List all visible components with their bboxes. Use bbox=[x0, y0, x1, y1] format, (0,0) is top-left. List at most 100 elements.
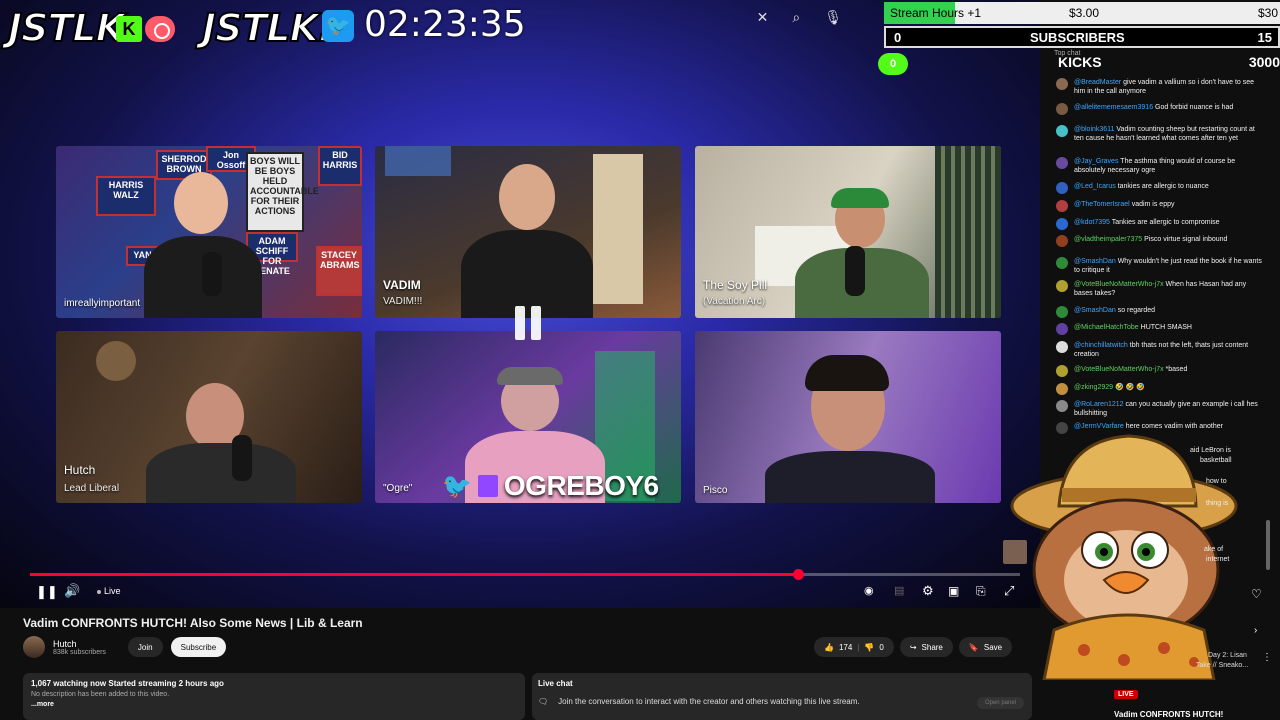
chat-username[interactable]: @TheTomerIsrael bbox=[1074, 201, 1130, 208]
up-next-title[interactable]: Vadim CONFRONTS HUTCH! bbox=[1114, 710, 1223, 719]
chat-scrollbar[interactable] bbox=[1266, 520, 1270, 570]
chat-avatar[interactable] bbox=[1056, 383, 1068, 395]
thumbs-up-icon[interactable]: 👍 bbox=[824, 643, 834, 652]
progress-scrubber[interactable] bbox=[793, 569, 805, 580]
microphone-icon[interactable]: 🎙 bbox=[824, 9, 842, 26]
chat-username[interactable]: @JermVVarfare bbox=[1074, 423, 1124, 430]
chat-text: @JermVVarfare here comes vadim with anot… bbox=[1074, 422, 1223, 434]
chat-avatar[interactable] bbox=[1056, 182, 1068, 194]
participant-name: Pisco bbox=[703, 485, 728, 496]
miniplayer-icon[interactable]: ▣ bbox=[948, 584, 959, 598]
chat-message[interactable]: @JermVVarfare here comes vadim with anot… bbox=[1056, 422, 1266, 434]
save-button[interactable]: 🔖 Save bbox=[958, 637, 1013, 657]
join-button[interactable]: Join bbox=[127, 637, 163, 657]
poster: HARRIS WALZ bbox=[96, 176, 156, 216]
chat-avatar[interactable] bbox=[1056, 125, 1068, 137]
chat-username[interactable]: @allelitememesaem3916 bbox=[1074, 104, 1153, 111]
chat-avatar[interactable] bbox=[1056, 280, 1068, 292]
chat-username[interactable]: @RoLaren1212 bbox=[1074, 401, 1124, 408]
chevron-right-icon[interactable]: › bbox=[1254, 625, 1257, 636]
pause-icon[interactable]: ❚❚ bbox=[36, 584, 58, 600]
chat-message[interactable]: @chinchillatwitch tbh thats not the left… bbox=[1056, 341, 1266, 359]
subscribe-button[interactable]: Subscribe bbox=[170, 637, 227, 657]
chat-message[interactable]: @TheTomerIsrael vadim is eppy bbox=[1056, 200, 1266, 212]
video-player[interactable]: HARRIS WALZ SHERROD BROWN Jon Ossoff BOY… bbox=[0, 0, 1040, 608]
captions-icon[interactable]: ▤ bbox=[894, 584, 904, 597]
brand-logo: JSTLK. bbox=[201, 5, 334, 51]
share-button[interactable]: ↪ Share bbox=[899, 637, 953, 657]
chat-message[interactable]: @VoteBlueNoMatterWho-j7x *based bbox=[1056, 365, 1266, 377]
chat-avatar[interactable] bbox=[1056, 341, 1068, 353]
share-label: Share bbox=[921, 642, 943, 652]
chat-avatar[interactable] bbox=[1056, 218, 1068, 230]
chat-avatar[interactable] bbox=[1056, 157, 1068, 169]
chat-username[interactable]: @Jay_Graves bbox=[1074, 158, 1118, 165]
open-panel-button[interactable]: Open panel bbox=[976, 697, 1024, 709]
more-link[interactable]: ...more bbox=[31, 701, 517, 708]
chat-avatar[interactable] bbox=[1056, 235, 1068, 247]
cap bbox=[497, 367, 563, 385]
chat-username[interactable]: @SmashDan bbox=[1074, 258, 1116, 265]
chat-message[interactable]: @RoLaren1212 can you actually give an ex… bbox=[1056, 400, 1266, 418]
search-icon[interactable]: ⌕ bbox=[792, 9, 800, 26]
close-icon[interactable]: ✕ bbox=[757, 9, 769, 26]
chat-avatar[interactable] bbox=[1056, 103, 1068, 115]
participant-tile: VADIM VADIM!!! bbox=[375, 146, 681, 318]
chat-username[interactable]: @vladtheimpaler7375 bbox=[1074, 236, 1142, 243]
chat-message[interactable]: @SmashDan so regarded bbox=[1056, 306, 1266, 318]
thumbs-down-icon[interactable]: 👎 bbox=[864, 643, 874, 652]
progress-bar[interactable] bbox=[30, 569, 1020, 580]
chat-username[interactable]: @BreadMaster bbox=[1074, 79, 1121, 86]
chat-username[interactable]: @bloink3611 bbox=[1074, 126, 1114, 133]
chat-avatar[interactable] bbox=[1056, 257, 1068, 269]
chat-avatar[interactable] bbox=[1056, 400, 1068, 412]
participant-subtitle: VADIM!!! bbox=[383, 296, 423, 307]
chat-message[interactable]: @vladtheimpaler7375 Pisco virtue signal … bbox=[1056, 235, 1266, 247]
more-options-icon[interactable]: ⋮ bbox=[1262, 652, 1272, 663]
social-handle: 🐦 OGREBOY6 bbox=[442, 470, 659, 502]
live-indicator[interactable]: Live bbox=[97, 586, 121, 596]
chat-avatar[interactable] bbox=[1056, 422, 1068, 434]
chat-username[interactable]: @SmashDan bbox=[1074, 307, 1116, 314]
chat-username[interactable]: @Led_Icarus bbox=[1074, 183, 1116, 190]
chat-username[interactable]: @kdot7395 bbox=[1074, 219, 1110, 226]
chat-message[interactable]: @Led_Icarus tankies are allergic to nuan… bbox=[1056, 182, 1266, 194]
avatar[interactable] bbox=[23, 636, 45, 658]
chat-avatar[interactable] bbox=[1056, 306, 1068, 318]
dislike-count[interactable]: 0 bbox=[879, 643, 883, 652]
description-box[interactable]: 1,067 watching now Started streaming 2 h… bbox=[23, 673, 525, 720]
chat-message-text: God forbid nuance is had bbox=[1155, 104, 1234, 111]
chat-message[interactable]: @VoteBlueNoMatterWho-j7x When has Hasan … bbox=[1056, 280, 1266, 298]
chat-avatar[interactable] bbox=[1056, 323, 1068, 335]
chat-message[interactable]: @zking2929 🤣 🤣 🤣 bbox=[1056, 383, 1266, 395]
chat-avatar[interactable] bbox=[1056, 78, 1068, 90]
chat-username[interactable]: @VoteBlueNoMatterWho-j7x bbox=[1074, 281, 1164, 288]
chat-username[interactable]: @MichaelHatchTobe bbox=[1074, 324, 1139, 331]
participant-body bbox=[146, 443, 296, 503]
chat-username[interactable]: @VoteBlueNoMatterWho-j7x bbox=[1074, 366, 1164, 373]
chat-message[interactable]: @SmashDan Why wouldn't he just read the … bbox=[1056, 257, 1266, 275]
heart-reaction-icon[interactable]: ♡ bbox=[1251, 587, 1262, 601]
autoplay-toggle-icon[interactable]: ◉ bbox=[864, 584, 874, 597]
chat-message[interactable]: @kdot7395 Tankies are allergic to compro… bbox=[1056, 218, 1266, 230]
settings-gear-icon[interactable]: ⚙ bbox=[922, 583, 934, 599]
chat-message[interactable]: @bloink3611 Vadim counting sheep but res… bbox=[1056, 125, 1266, 143]
chat-avatar[interactable] bbox=[1056, 200, 1068, 212]
chat-username[interactable]: @chinchillatwitch bbox=[1074, 342, 1128, 349]
channel-name[interactable]: Hutch bbox=[53, 639, 106, 649]
channel-subscribers: 838k subscribers bbox=[53, 648, 106, 656]
chat-message[interactable]: @BreadMaster give vadim a vallium so i d… bbox=[1056, 78, 1266, 96]
pause-indicator-icon[interactable] bbox=[513, 306, 543, 340]
chat-avatar[interactable] bbox=[1056, 365, 1068, 377]
chat-username[interactable]: @zking2929 bbox=[1074, 384, 1113, 391]
chat-message[interactable]: @MichaelHatchTobe HUTCH SMASH bbox=[1056, 323, 1266, 335]
chat-message[interactable]: @Jay_Graves The asthma thing would of co… bbox=[1056, 157, 1266, 175]
cast-icon[interactable]: ⎘ bbox=[976, 584, 986, 599]
background-light bbox=[385, 146, 451, 176]
chat-icon: 🗨 bbox=[538, 697, 549, 706]
like-count[interactable]: 174 bbox=[839, 643, 852, 652]
twitch-icon bbox=[477, 475, 498, 497]
chat-message[interactable]: @allelitememesaem3916 God forbid nuance … bbox=[1056, 103, 1266, 115]
volume-icon[interactable]: 🔊 bbox=[64, 583, 80, 599]
participant-tile: Pisco bbox=[695, 331, 1001, 503]
